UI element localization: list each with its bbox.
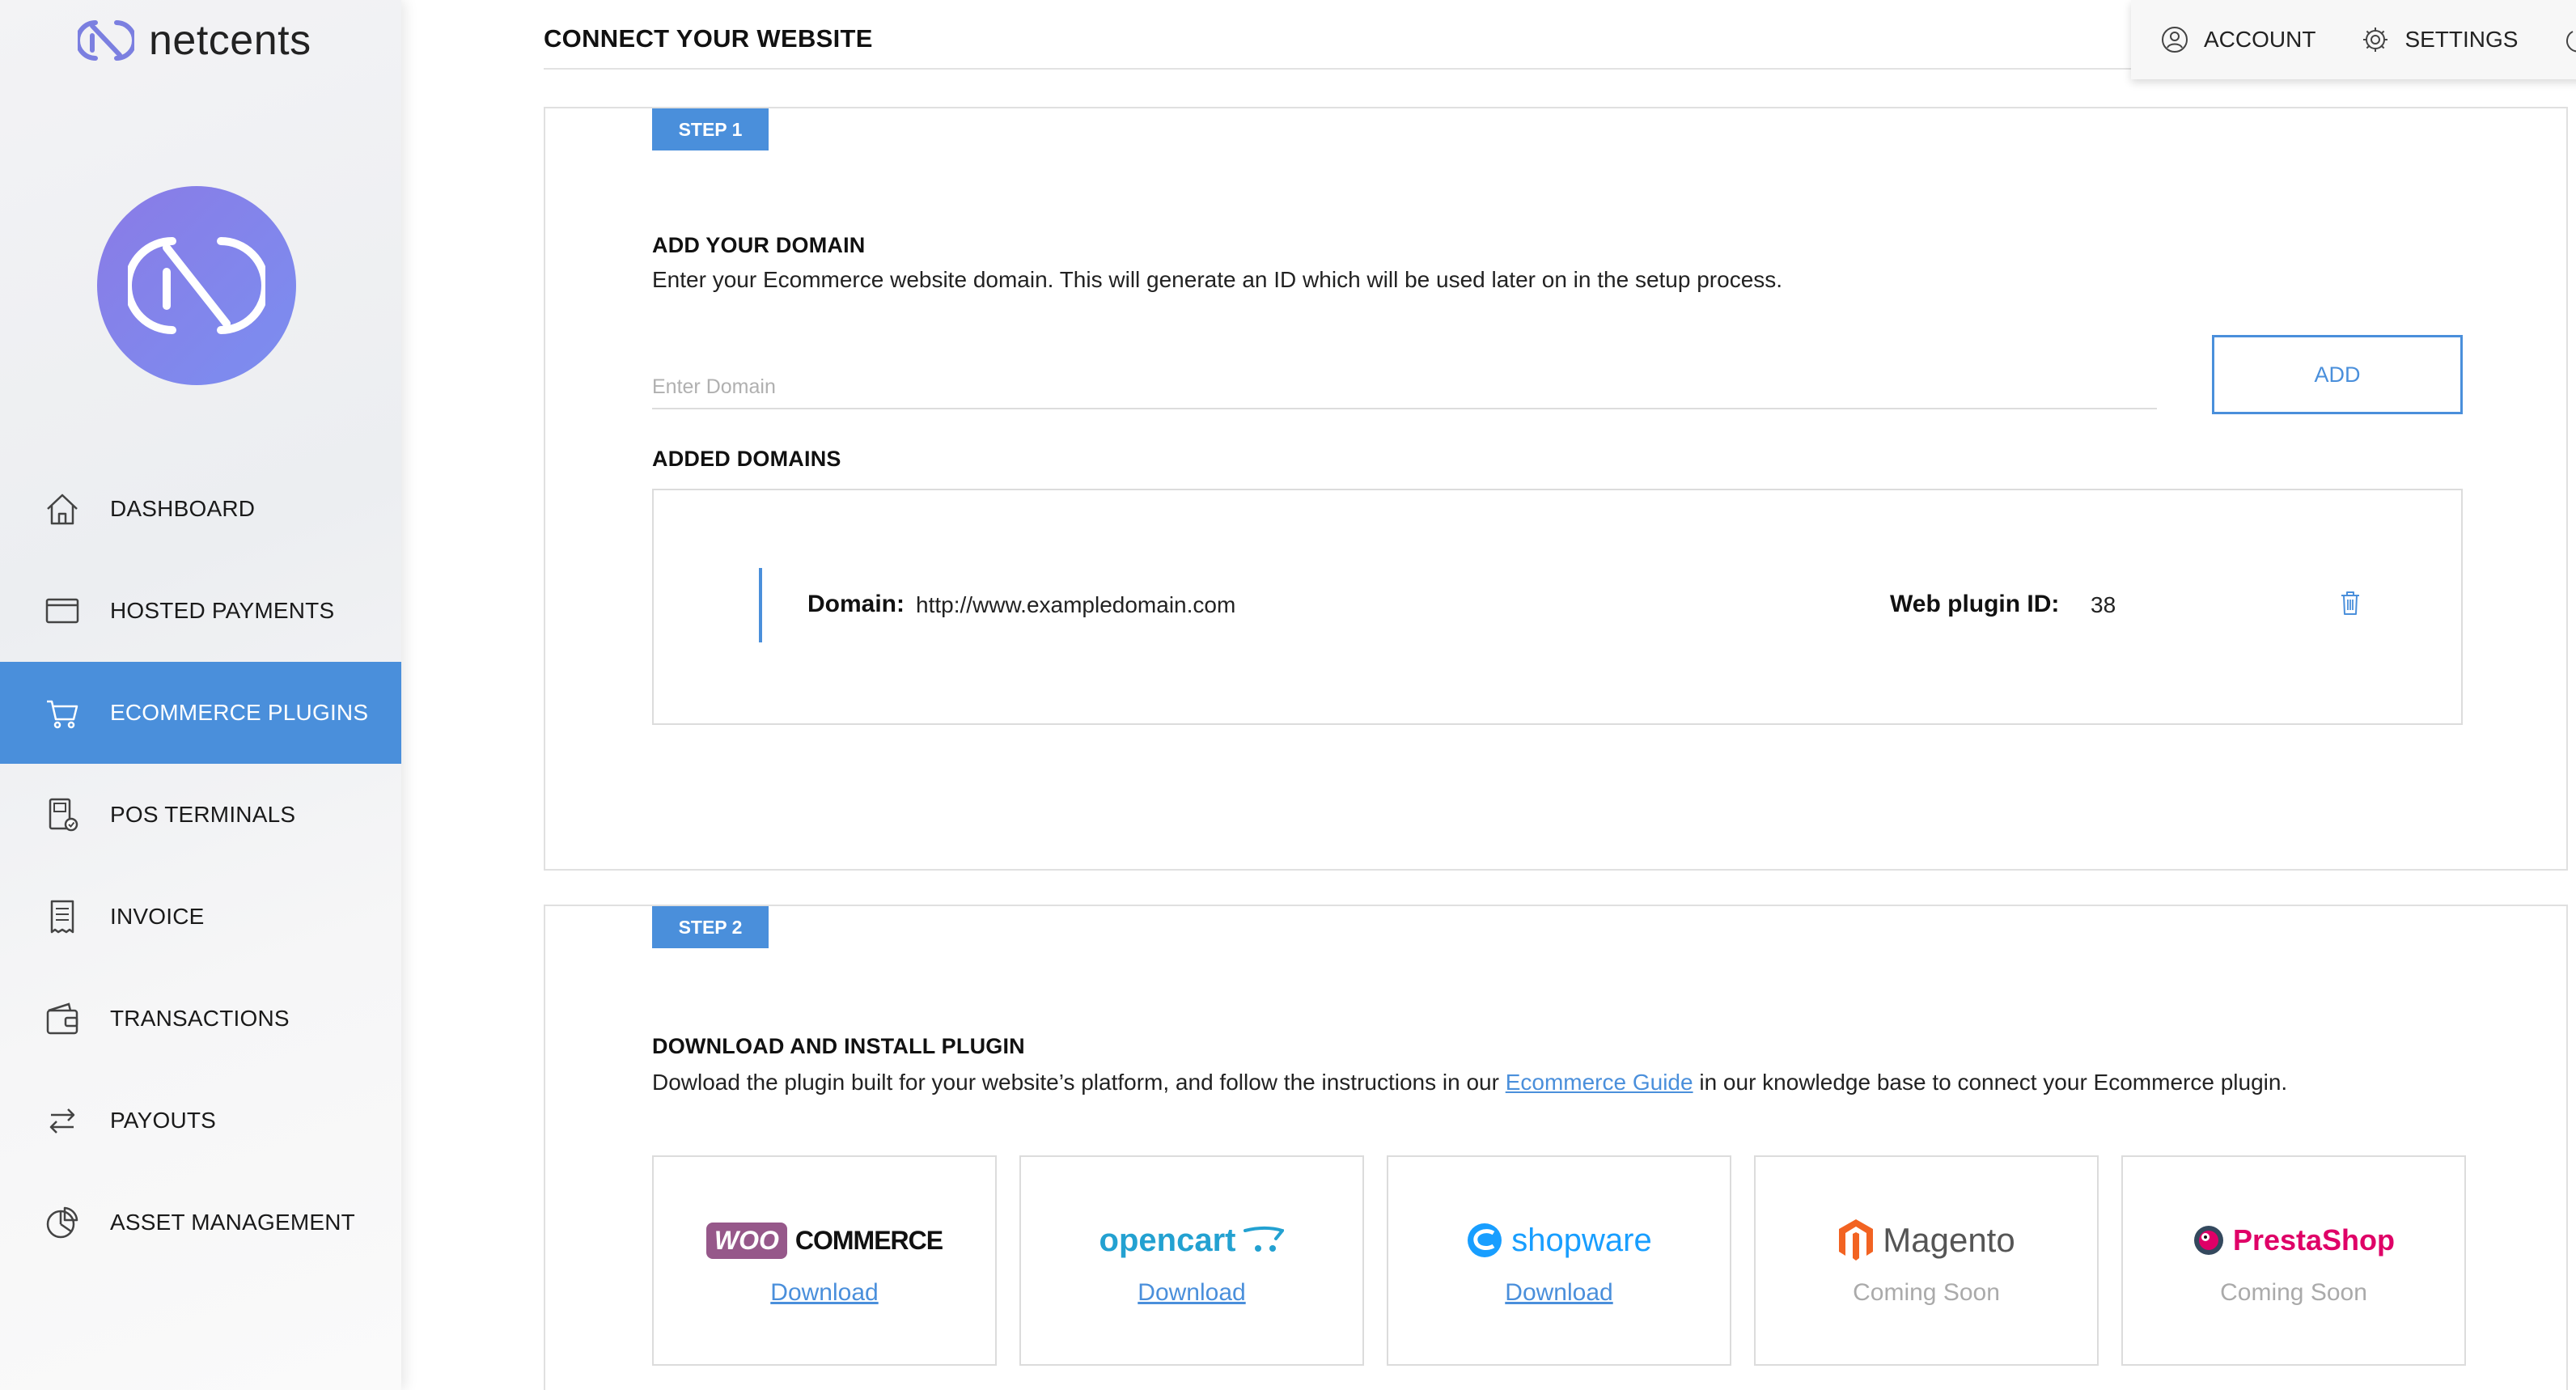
sidebar-item-ecommerce-plugins[interactable]: ECOMMERCE PLUGINS bbox=[0, 662, 401, 764]
user-circle-icon bbox=[2162, 27, 2188, 53]
sidebar-item-dashboard[interactable]: DASHBOARD bbox=[0, 458, 401, 560]
netcents-logo-icon bbox=[78, 20, 134, 61]
domain-label: Domain: bbox=[807, 591, 905, 617]
sidebar-item-label: POS TERMINALS bbox=[110, 802, 296, 827]
sidebar-item-asset-management[interactable]: ASSET MANAGEMENT bbox=[0, 1172, 401, 1273]
prestashop-logo: PrestaShop bbox=[2193, 1214, 2395, 1266]
ecommerce-guide-link[interactable]: Ecommerce Guide bbox=[1506, 1070, 1693, 1095]
install-plugin-description: Dowload the plugin built for your websit… bbox=[652, 1070, 2287, 1095]
domain-value: http://www.exampledomain.com bbox=[916, 592, 1236, 617]
woocommerce-logo: WOO COMMERCE bbox=[705, 1214, 943, 1266]
invoice-icon bbox=[44, 898, 81, 935]
plugin-card-shopware: shopware Download bbox=[1387, 1155, 1731, 1366]
sidebar-item-payouts[interactable]: PAYOUTS bbox=[0, 1070, 401, 1172]
added-domains-list: Domain: http://www.exampledomain.com Web… bbox=[652, 489, 2463, 725]
domain-row: Domain: http://www.exampledomain.com Web… bbox=[759, 568, 2377, 642]
power-icon bbox=[2566, 31, 2576, 53]
gear-icon bbox=[2363, 28, 2388, 52]
plugin-card-woocommerce: WOO COMMERCE Download bbox=[652, 1155, 997, 1366]
sidebar-item-label: INVOICE bbox=[110, 904, 205, 929]
settings-label: SETTINGS bbox=[2404, 27, 2519, 52]
step1-panel: STEP 1 ADD YOUR DOMAIN Enter your Ecomme… bbox=[544, 107, 2568, 871]
sidebar-item-hosted-payments[interactable]: HOSTED PAYMENTS bbox=[0, 560, 401, 662]
plugin-cards: WOO COMMERCE Download opencart Download … bbox=[652, 1155, 2466, 1366]
prestashop-icon bbox=[2193, 1226, 2223, 1255]
magento-coming-soon: Coming Soon bbox=[1853, 1279, 2000, 1306]
page-title: CONNECT YOUR WEBSITE bbox=[544, 24, 873, 53]
wallet-icon bbox=[44, 1000, 81, 1037]
netcents-logo[interactable]: netcents bbox=[78, 16, 311, 65]
account-label: ACCOUNT bbox=[2204, 27, 2316, 52]
add-domain-heading: ADD YOUR DOMAIN bbox=[652, 233, 866, 257]
added-domains-heading: ADDED DOMAINS bbox=[652, 447, 841, 471]
sidebar-item-label: DASHBOARD bbox=[110, 496, 256, 521]
pos-terminal-icon bbox=[44, 796, 81, 833]
avatar[interactable] bbox=[97, 186, 296, 385]
plugin-id-value: 38 bbox=[2091, 592, 2116, 617]
transfer-arrows-icon bbox=[44, 1102, 81, 1139]
opencart-logo: opencart bbox=[1099, 1214, 1285, 1266]
opencart-download-link[interactable]: Download bbox=[1138, 1279, 1245, 1307]
magento-logo-text: Magento bbox=[1883, 1221, 2015, 1259]
plugin-card-opencart: opencart Download bbox=[1019, 1155, 1364, 1366]
cart-icon bbox=[44, 694, 81, 731]
step1-badge: STEP 1 bbox=[652, 108, 769, 150]
sidebar-item-label: TRANSACTIONS bbox=[110, 1006, 290, 1031]
pie-chart-icon bbox=[44, 1204, 81, 1241]
sidebar-item-transactions[interactable]: TRANSACTIONS bbox=[0, 968, 401, 1070]
logout-button[interactable] bbox=[2563, 25, 2576, 54]
add-domain-button[interactable]: ADD bbox=[2212, 335, 2463, 414]
home-icon bbox=[44, 490, 81, 528]
account-button[interactable]: ACCOUNT bbox=[2160, 25, 2315, 54]
sidebar-item-label: ECOMMERCE PLUGINS bbox=[110, 700, 369, 725]
plugin-card-magento: Magento Coming Soon bbox=[1754, 1155, 2099, 1366]
woocommerce-logo-commerce: COMMERCE bbox=[794, 1225, 943, 1255]
step2-badge: STEP 2 bbox=[652, 906, 769, 948]
magento-icon bbox=[1839, 1219, 1874, 1261]
sidebar-item-invoice[interactable]: INVOICE bbox=[0, 866, 401, 968]
description-text: Dowload the plugin built for your websit… bbox=[652, 1070, 1506, 1095]
sidebar-nav: DASHBOARD HOSTED PAYMENTS ECOMMERCE PLUG… bbox=[0, 458, 401, 1273]
install-plugin-heading: DOWNLOAD AND INSTALL PLUGIN bbox=[652, 1034, 1025, 1058]
brand-name: netcents bbox=[149, 17, 311, 64]
sidebar-item-pos-terminals[interactable]: POS TERMINALS bbox=[0, 764, 401, 866]
sidebar-item-label: PAYOUTS bbox=[110, 1108, 217, 1133]
plugin-card-prestashop: PrestaShop Coming Soon bbox=[2121, 1155, 2466, 1366]
netcents-avatar-icon bbox=[128, 237, 265, 334]
shopware-logo-text: shopware bbox=[1511, 1222, 1652, 1258]
magento-logo: Magento bbox=[1837, 1214, 2015, 1266]
woocommerce-download-link[interactable]: Download bbox=[770, 1279, 878, 1307]
woocommerce-logo-woo: WOO bbox=[705, 1222, 787, 1259]
prestashop-logo-text: PrestaShop bbox=[2232, 1223, 2396, 1257]
prestashop-coming-soon: Coming Soon bbox=[2220, 1279, 2367, 1306]
browser-window-icon bbox=[44, 592, 81, 629]
domain-input[interactable] bbox=[652, 366, 2157, 409]
add-domain-description: Enter your Ecommerce website domain. Thi… bbox=[652, 267, 1783, 292]
step2-panel: STEP 2 DOWNLOAD AND INSTALL PLUGIN Dowlo… bbox=[544, 905, 2568, 1390]
shopware-icon bbox=[1468, 1223, 1502, 1257]
shopware-logo: shopware bbox=[1466, 1214, 1652, 1266]
settings-button[interactable]: SETTINGS bbox=[2361, 25, 2518, 54]
cart-icon bbox=[1244, 1227, 1285, 1252]
shopware-download-link[interactable]: Download bbox=[1505, 1279, 1612, 1307]
description-text: in our knowledge base to connect your Ec… bbox=[1693, 1070, 2288, 1095]
sidebar-item-label: HOSTED PAYMENTS bbox=[110, 598, 335, 623]
top-user-menu: ACCOUNT SETTINGS bbox=[2131, 0, 2576, 79]
sidebar-item-label: ASSET MANAGEMENT bbox=[110, 1210, 355, 1235]
sidebar: netcents DASHBOARD HOSTED PAYMENTS ECOMM… bbox=[0, 0, 401, 1390]
opencart-logo-text: opencart bbox=[1099, 1222, 1236, 1258]
plugin-id-label: Web plugin ID: bbox=[1890, 591, 2060, 617]
trash-icon[interactable] bbox=[2338, 589, 2362, 621]
